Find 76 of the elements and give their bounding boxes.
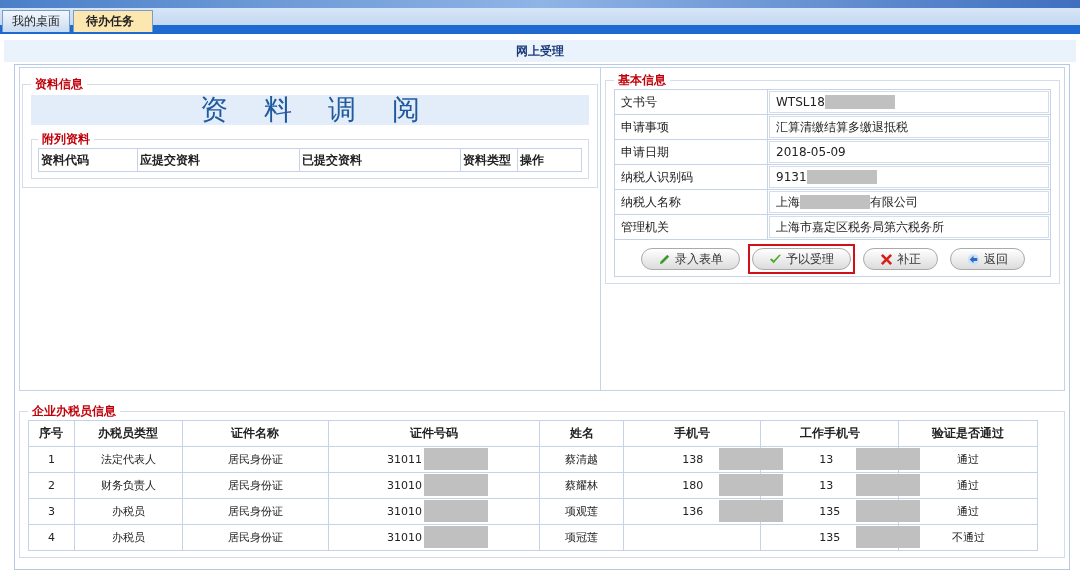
table-cell: 135 xyxy=(819,531,841,544)
table-cell: 蔡清越 xyxy=(565,453,599,466)
table-cell: 31010 xyxy=(386,531,422,544)
column-header: 已提交资料 xyxy=(299,148,461,172)
field-label: 管理机关 xyxy=(614,214,768,240)
action-button[interactable]: 返回 xyxy=(949,248,1025,270)
banner-character: 料 xyxy=(264,92,292,128)
table-cell: 办税员 xyxy=(111,505,145,518)
table-cell: 蔡耀林 xyxy=(565,479,599,492)
table-cell: 项冠莲 xyxy=(565,531,599,544)
banner-character: 调 xyxy=(328,92,356,128)
value-text: 上海 xyxy=(776,193,800,211)
value-text: 上海市嘉定区税务局第六税务所 xyxy=(776,218,944,236)
value-text: 有限公司 xyxy=(870,193,918,211)
field-label: 申请事项 xyxy=(614,114,768,140)
table-cell: 1 xyxy=(47,453,55,466)
action-button[interactable]: 予以受理 xyxy=(751,248,851,270)
table-cell: 2 xyxy=(47,479,55,492)
table-cell: 3 xyxy=(47,505,55,518)
back-arrow-icon xyxy=(966,252,980,266)
page-title: 网上受理 xyxy=(4,40,1076,62)
column-header: 资料类型 xyxy=(460,148,517,172)
table-cell: 不通过 xyxy=(951,531,985,544)
table-cell: 180 xyxy=(682,479,704,492)
table-cell: 居民身份证 xyxy=(227,505,283,518)
value-text: 汇算清缴结算多缴退抵税 xyxy=(776,118,908,136)
section-legend: 企业办税员信息 xyxy=(28,403,120,420)
field-label: 文书号 xyxy=(614,89,768,115)
tab[interactable]: 我的桌面 xyxy=(2,10,70,32)
table-cell: 通过 xyxy=(957,505,980,518)
banner-character: 阅 xyxy=(392,92,420,128)
column-header: 应提交资料 xyxy=(137,148,299,172)
column-header: 验证是否通过 xyxy=(898,420,1038,447)
table-cell: 4 xyxy=(47,531,55,544)
value-text: 9131 xyxy=(776,170,807,184)
value-text: WTSL18 xyxy=(776,95,825,109)
column-header: 证件号码 xyxy=(328,420,540,447)
column-header: 工作手机号 xyxy=(760,420,899,447)
pencil-icon xyxy=(657,252,671,266)
tab[interactable]: 待办任务 xyxy=(73,10,153,32)
table-cell: 31011 xyxy=(386,453,422,466)
table-cell: 13 xyxy=(819,453,834,466)
table-cell: 138 xyxy=(682,453,704,466)
table-cell: 通过 xyxy=(957,453,980,466)
field-label: 申请日期 xyxy=(614,139,768,165)
table-cell: 财务负责人 xyxy=(100,479,156,492)
column-header: 证件名称 xyxy=(182,420,329,447)
column-header: 序号 xyxy=(28,420,75,447)
table-cell: 135 xyxy=(819,505,841,518)
value-text: 2018-05-09 xyxy=(776,145,846,159)
table-cell: 通过 xyxy=(957,479,980,492)
field-label: 纳税人识别码 xyxy=(614,164,768,190)
table-cell: 办税员 xyxy=(111,531,145,544)
table-cell: 136 xyxy=(682,505,704,518)
field-label: 纳税人名称 xyxy=(614,189,768,215)
column-header: 操作 xyxy=(517,148,582,172)
column-header: 姓名 xyxy=(539,420,624,447)
table-cell: 31010 xyxy=(386,505,422,518)
section-legend: 资料信息 xyxy=(31,76,87,93)
section-legend: 附列资料 xyxy=(38,131,94,148)
action-button[interactable]: 录入表单 xyxy=(640,248,740,270)
column-header: 资料代码 xyxy=(38,148,138,172)
table-cell: 居民身份证 xyxy=(227,479,283,492)
column-header: 办税员类型 xyxy=(74,420,183,447)
action-button[interactable]: 补正 xyxy=(862,248,938,270)
column-header: 手机号 xyxy=(623,420,761,447)
table-cell: 居民身份证 xyxy=(227,531,283,544)
table-cell: 居民身份证 xyxy=(227,453,283,466)
table-cell: 项观莲 xyxy=(565,505,599,518)
close-icon xyxy=(879,252,893,266)
check-icon xyxy=(768,252,782,266)
section-legend: 基本信息 xyxy=(614,72,670,89)
table-cell: 13 xyxy=(819,479,834,492)
table-cell: 法定代表人 xyxy=(100,453,156,466)
table-cell: 31010 xyxy=(386,479,422,492)
banner-character: 资 xyxy=(200,92,228,128)
